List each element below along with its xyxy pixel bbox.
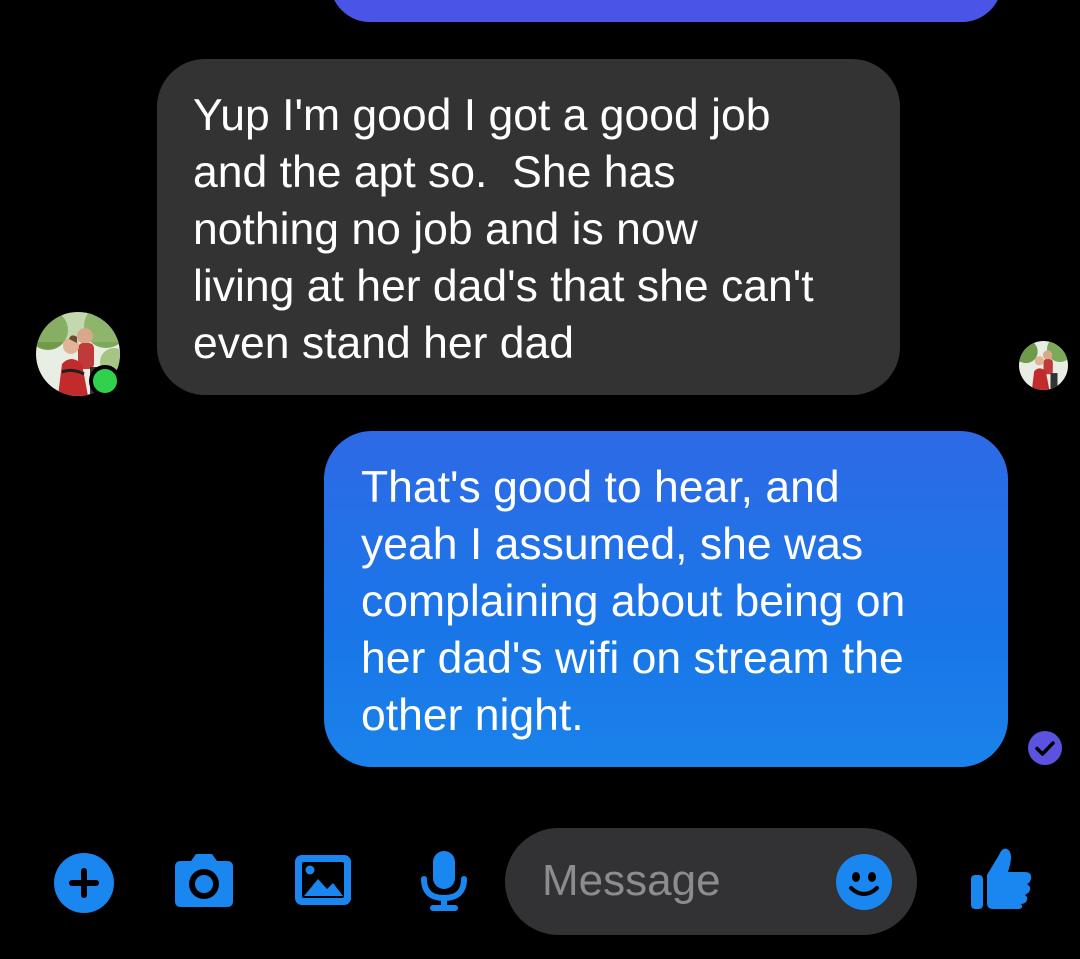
- delivered-check-icon: [1028, 731, 1062, 765]
- emoji-icon[interactable]: [835, 853, 893, 911]
- message-line: living at her dad's that she can't: [193, 262, 814, 311]
- message-line: complaining about being on: [361, 577, 906, 626]
- incoming-message-bubble[interactable]: Yup I'm good I got a good job and the ap…: [157, 59, 900, 395]
- message-line: nothing no job and is now: [193, 205, 698, 254]
- message-line: That's good to hear, and: [361, 463, 840, 512]
- thumbs-up-icon[interactable]: [969, 845, 1035, 911]
- outgoing-message-bubble[interactable]: That's good to hear, and yeah I assumed,…: [324, 431, 1008, 767]
- plus-icon[interactable]: [52, 851, 116, 915]
- message-line: and the apt so. She has: [193, 148, 676, 197]
- message-line: yeah I assumed, she was: [361, 520, 864, 569]
- message-line: Yup I'm good I got a good job: [193, 91, 771, 140]
- camera-icon[interactable]: [171, 853, 237, 909]
- chat-screen: Yup I'm good I got a good job and the ap…: [0, 0, 1080, 959]
- read-receipt-avatar: [1019, 341, 1068, 390]
- message-input-placeholder: Message: [542, 856, 721, 905]
- online-status-dot: [89, 365, 121, 397]
- gallery-icon[interactable]: [293, 853, 353, 907]
- message-input[interactable]: Message: [505, 828, 917, 935]
- previous-outgoing-message-bubble[interactable]: [330, 0, 1002, 22]
- message-line: her dad's wifi on stream the: [361, 634, 904, 683]
- microphone-icon[interactable]: [418, 849, 470, 913]
- message-line: even stand her dad: [193, 319, 575, 368]
- message-line: other night.: [361, 691, 584, 740]
